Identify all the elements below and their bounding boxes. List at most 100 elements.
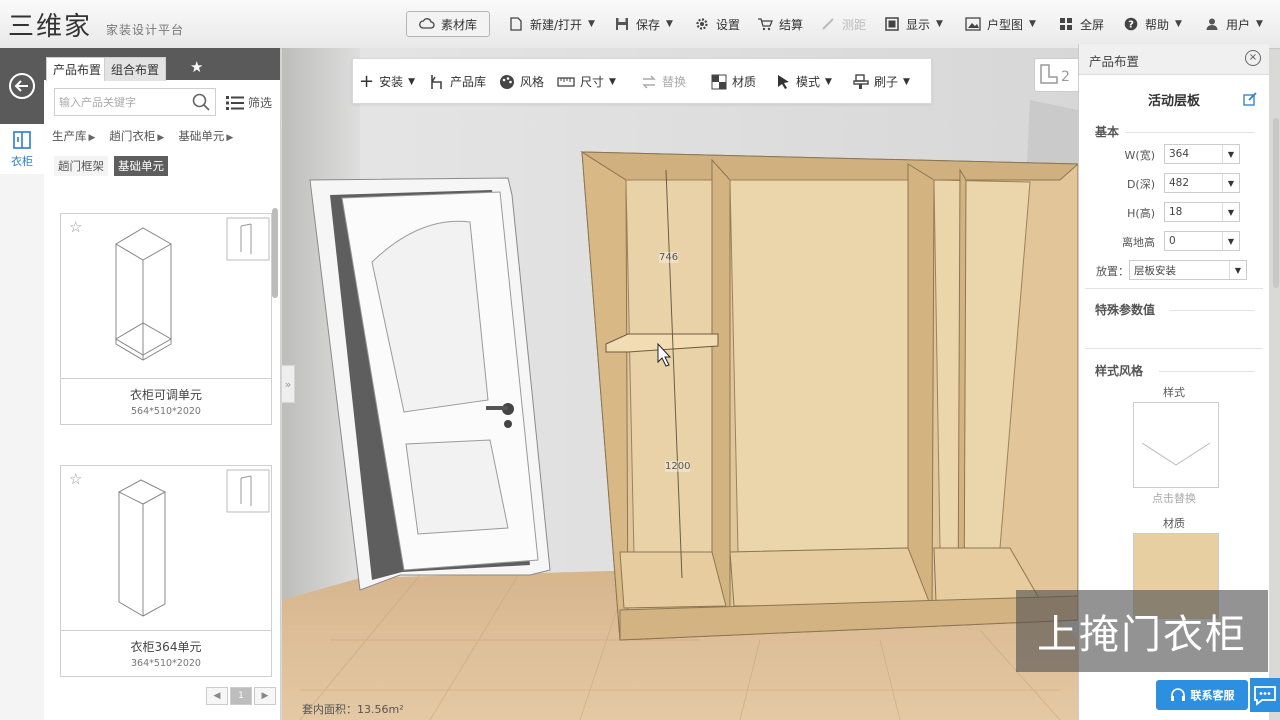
style-button[interactable]: 风格: [499, 73, 544, 90]
click-replace-link[interactable]: 点击替换: [1079, 490, 1269, 506]
product-library-button[interactable]: 产品库: [429, 73, 486, 90]
chevron-down-icon: ▼: [408, 76, 416, 87]
product-panel: 产品布置 组合布置 ★ 筛选 生产库▶ 趟门衣柜▶ 基础单元▶ 趟门框架 基础单…: [44, 48, 281, 720]
divider: [1159, 371, 1255, 372]
favorites-star-icon[interactable]: ★: [190, 58, 203, 76]
logo-text: 三维家: [8, 11, 93, 42]
placement-select[interactable]: 层板安装 ▼: [1129, 260, 1247, 280]
dimension-label-upper: 746: [659, 252, 679, 263]
mode-label: 模式: [796, 75, 821, 89]
material-library-button[interactable]: 素材库: [406, 11, 491, 37]
depth-select[interactable]: 482 ▼: [1164, 173, 1240, 193]
display-button[interactable]: 显示 ▼: [884, 11, 943, 37]
favorite-star-icon[interactable]: ☆: [69, 470, 82, 488]
properties-header: 产品布置 ×: [1079, 44, 1269, 75]
new-open-button[interactable]: 新建/打开 ▼: [508, 11, 595, 37]
close-icon[interactable]: ×: [1245, 50, 1261, 66]
cloud-icon: [419, 16, 435, 32]
settings-button[interactable]: 设置: [694, 11, 740, 37]
divider: [1085, 288, 1263, 289]
divider: [1125, 132, 1255, 133]
filter-button[interactable]: 筛选: [226, 94, 272, 111]
help-button[interactable]: ? 帮助 ▼: [1123, 11, 1182, 37]
cursor-icon: [778, 74, 789, 89]
breadcrumb-item[interactable]: 生产库 ▶: [52, 128, 95, 144]
display-icon: [884, 16, 900, 32]
help-icon: ?: [1123, 16, 1139, 32]
search-box: [54, 88, 216, 116]
floorplan-button[interactable]: 户型图 ▼: [965, 11, 1036, 37]
left-rail: 衣柜: [0, 48, 45, 720]
tab-product-layout[interactable]: 产品布置: [46, 57, 109, 81]
brush-button[interactable]: 刷子 ▼: [853, 73, 910, 90]
collapse-panel-handle[interactable]: »: [281, 365, 295, 403]
replace-label: 替换: [662, 75, 687, 89]
fullscreen-button[interactable]: 全屏: [1058, 11, 1104, 37]
display-label: 显示: [906, 17, 931, 32]
floor-height-value: 0: [1169, 235, 1176, 247]
room-scene-image: [282, 48, 1078, 720]
material-swatch-label: 材质: [1163, 517, 1185, 530]
user-icon: [1204, 16, 1220, 32]
save-label: 保存: [636, 17, 661, 32]
caret-right-icon: ▶: [88, 133, 96, 143]
caret-right-icon: ▶: [157, 133, 165, 143]
view-toolbar: + 安装 ▼ 产品库 风格 尺寸 ▼ 替换 材质 模式 ▼ 刷子 ▼: [352, 58, 932, 104]
replace-button[interactable]: 替换: [641, 73, 686, 90]
divider: [1085, 348, 1263, 349]
height-select[interactable]: 18 ▼: [1164, 202, 1240, 222]
chip-sliding-frame[interactable]: 趟门框架: [54, 156, 108, 176]
subcategory-chips: 趟门框架 基础单元: [54, 156, 168, 176]
back-button[interactable]: [0, 48, 44, 124]
ruler-icon: [557, 76, 575, 87]
breadcrumb-item[interactable]: 趟门衣柜 ▶: [109, 128, 164, 144]
floor-height-label: 离地高: [1122, 236, 1155, 249]
breadcrumb-item[interactable]: 基础单元 ▶: [178, 128, 233, 144]
height-value: 18: [1169, 206, 1183, 218]
size-button[interactable]: 尺寸 ▼: [557, 73, 616, 90]
height-label: H(高): [1127, 207, 1155, 220]
install-button[interactable]: + 安装 ▼: [359, 72, 416, 90]
prev-page-button[interactable]: ◀: [206, 687, 228, 705]
mode-button[interactable]: 模式 ▼: [777, 73, 832, 90]
product-list-scrollbar[interactable]: [272, 208, 278, 298]
brush-icon: [853, 73, 869, 89]
caret-right-icon: ▶: [226, 133, 234, 143]
chevron-down-icon: ▼: [903, 76, 910, 87]
chat-button[interactable]: [1250, 678, 1280, 712]
save-button[interactable]: 保存 ▼: [614, 11, 673, 37]
properties-scrollbar[interactable]: [1273, 118, 1279, 288]
product-card[interactable]: ☆ 衣柜364单元 364*510*2020: [60, 465, 272, 677]
checkout-button[interactable]: 结算: [757, 11, 803, 37]
product-card[interactable]: ☆ 衣柜可调单元 564*510*2020: [60, 213, 272, 425]
measure-button[interactable]: 测距: [820, 11, 866, 37]
settings-label: 设置: [716, 17, 741, 32]
checker-icon: [711, 74, 727, 89]
top-toolbar: 三维家 家装设计平台 素材库 新建/打开 ▼ 保存 ▼ 设置 结算 测距 显示 …: [0, 0, 1280, 49]
tab-combo-layout[interactable]: 组合布置: [104, 57, 167, 81]
section-basic: 基本: [1095, 125, 1120, 139]
favorite-star-icon[interactable]: ☆: [69, 218, 82, 236]
material-library-label: 素材库: [441, 17, 478, 32]
search-input[interactable]: [55, 90, 185, 114]
material-button[interactable]: 材质: [711, 73, 756, 90]
3d-viewport[interactable]: 746 1200: [282, 48, 1078, 720]
rail-tab-wardrobe[interactable]: 衣柜: [0, 124, 44, 174]
user-menu-button[interactable]: 用户 ▼: [1204, 11, 1263, 37]
edit-icon[interactable]: [1243, 92, 1257, 106]
properties-header-title: 产品布置: [1089, 54, 1140, 69]
style-swatch[interactable]: [1133, 402, 1219, 488]
view-mode-toggle[interactable]: 2: [1034, 58, 1080, 92]
contact-support-button[interactable]: 联系客服: [1156, 680, 1248, 710]
rail-tab-wardrobe-label: 衣柜: [11, 154, 33, 168]
floor-height-select[interactable]: 0 ▼: [1164, 231, 1240, 251]
current-page[interactable]: 1: [230, 687, 252, 705]
chevron-down-icon: ▼: [1222, 145, 1239, 163]
help-label: 帮助: [1145, 17, 1170, 32]
next-page-button[interactable]: ▶: [254, 687, 276, 705]
cart-icon: [757, 16, 773, 32]
chip-basic-unit[interactable]: 基础单元: [114, 156, 168, 176]
search-icon[interactable]: [191, 92, 211, 112]
divider: [1169, 310, 1255, 311]
width-select[interactable]: 364 ▼: [1164, 144, 1240, 164]
